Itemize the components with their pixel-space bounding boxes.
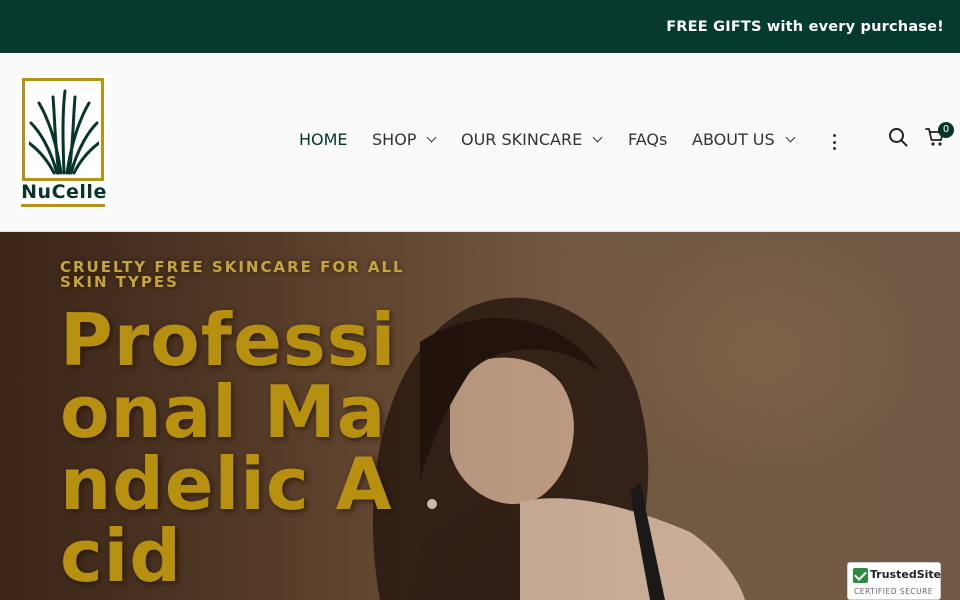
badge-subtitle: CERTIFIED SECURE (854, 587, 934, 596)
hero-eyebrow: CRUELTY FREE SKINCARE FOR ALL SKIN TYPES (60, 258, 405, 291)
nav-item-home[interactable]: HOME (299, 130, 348, 149)
chevron-down-icon (592, 132, 603, 143)
nav-item-label: FAQs (628, 130, 668, 149)
hero-banner: CRUELTY FREE SKINCARE FOR ALL SKIN TYPES… (0, 232, 960, 600)
announcement-text: FREE GIFTS with every purchase! (666, 18, 944, 35)
trustedsite-badge[interactable]: TrustedSite CERTIFIED SECURE (847, 562, 941, 600)
chevron-down-icon (426, 132, 437, 143)
nav-item-our-skincare[interactable]: OUR SKINCARE (461, 130, 603, 149)
badge-name: TrustedSite (870, 568, 942, 581)
search-icon[interactable] (888, 127, 908, 147)
nav-item-label: ABOUT US (692, 130, 775, 149)
leaf-icon (29, 89, 99, 175)
nav-item-label: SHOP (372, 130, 417, 149)
brand-logo[interactable]: NuCelle (16, 75, 110, 209)
announcement-bar: FREE GIFTS with every purchase! (0, 0, 960, 53)
nav-item-about-us[interactable]: ABOUT US (692, 130, 796, 149)
chevron-down-icon (785, 132, 796, 143)
nav-item-shop[interactable]: SHOP (372, 130, 437, 149)
logo-underline (21, 204, 105, 207)
nav-item-faqs[interactable]: FAQs (628, 130, 667, 149)
hero-headline: Professional Mandelic Acid (60, 298, 397, 598)
nav-item-label: OUR SKINCARE (461, 130, 583, 149)
nav-item-label: HOME (299, 130, 348, 149)
logo-wordmark: NuCelle (21, 181, 107, 203)
cart-count-badge: 0 (938, 122, 954, 138)
vertical-dots-icon[interactable] (832, 134, 836, 150)
check-icon (853, 568, 868, 583)
logo-emblem (22, 78, 104, 181)
